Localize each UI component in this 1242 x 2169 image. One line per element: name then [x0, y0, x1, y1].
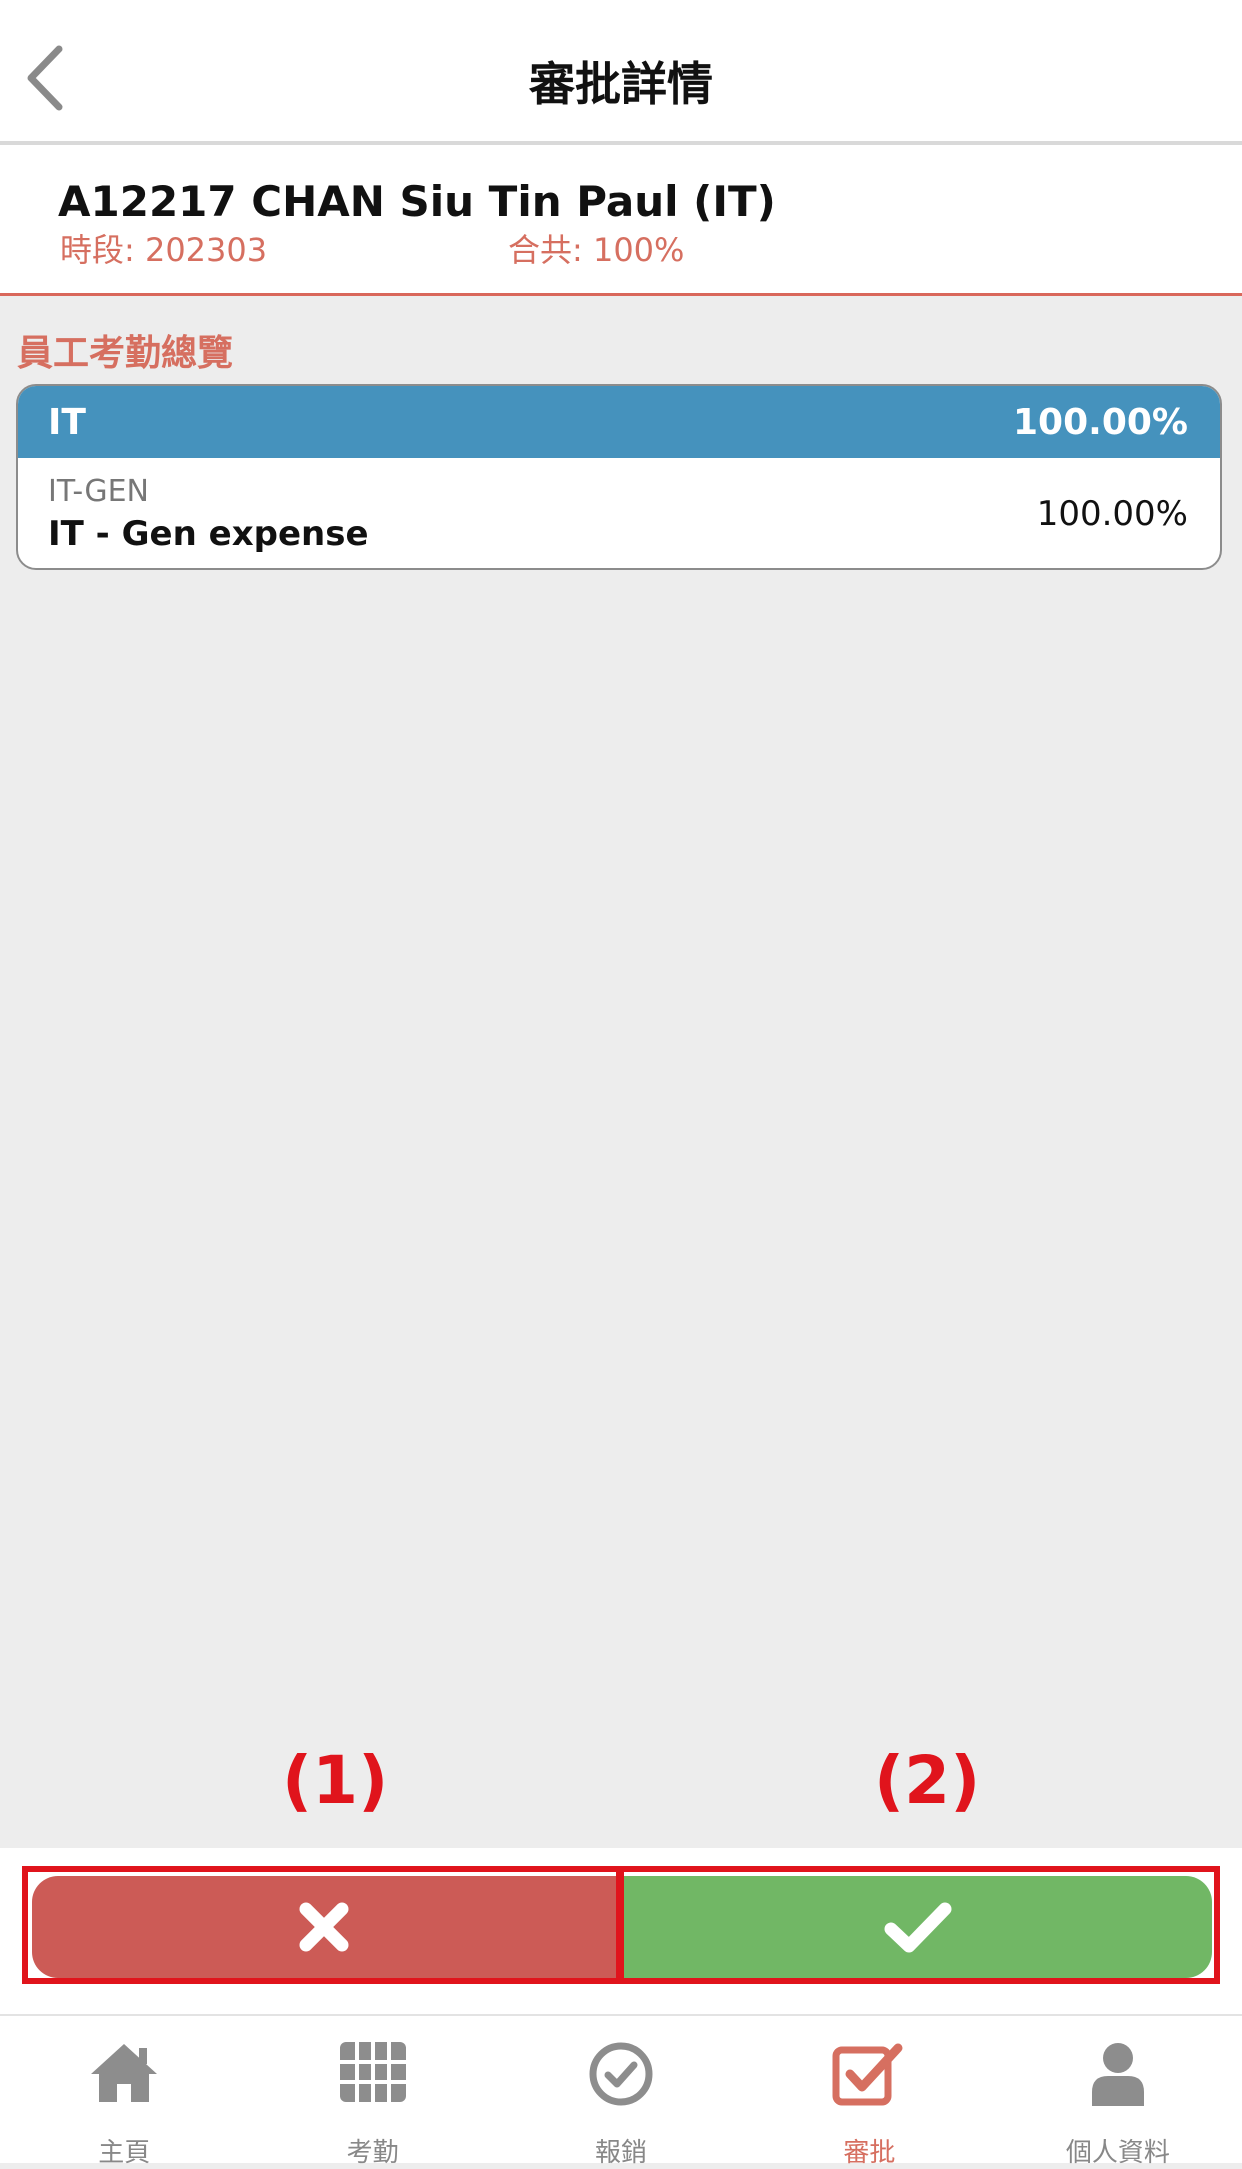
attendance-card: IT 100.00% IT-GEN IT - Gen expense 100.0…: [16, 384, 1222, 570]
tab-profile-label: 個人資料: [1065, 2138, 1170, 2168]
tab-expense-label: 報銷: [595, 2138, 648, 2168]
card-header: IT 100.00%: [18, 386, 1220, 458]
tab-attendance[interactable]: 考勤: [248, 2016, 496, 2168]
tab-bar: 主頁 考勤 報銷 審批 個人資料: [0, 2014, 1242, 2168]
page-title: 審批詳情: [529, 57, 713, 111]
tab-approval-label: 審批: [843, 2138, 896, 2168]
approve-button[interactable]: [624, 1876, 1212, 1978]
total-label: 合共: 100%: [508, 231, 685, 269]
section-title: 員工考勤總覽: [17, 333, 234, 374]
employee-info: A12217 CHAN Siu Tin Paul (IT) 時段: 202303…: [0, 145, 1242, 296]
home-icon: [91, 2044, 158, 2102]
annotation-marker-2: (2): [874, 1742, 981, 1819]
check-icon: [884, 1902, 952, 1953]
department-percentage: 100.00%: [1013, 402, 1188, 443]
person-icon: [1091, 2043, 1144, 2106]
tab-home[interactable]: 主頁: [0, 2016, 248, 2168]
header-bar: 審批詳情: [0, 0, 1242, 145]
list-item: IT-GEN IT - Gen expense 100.00%: [18, 458, 1220, 568]
tab-profile[interactable]: 個人資料: [994, 2016, 1242, 2168]
tab-home-label: 主頁: [98, 2138, 151, 2168]
period-label: 時段: 202303: [60, 231, 268, 269]
annotation-marker-1: (1): [282, 1742, 389, 1819]
cost-description: IT - Gen expense: [48, 514, 369, 554]
tab-attendance-label: 考勤: [346, 2138, 399, 2168]
cost-code: IT-GEN: [48, 474, 149, 509]
close-icon: [299, 1902, 349, 1952]
grid-icon: [339, 2042, 406, 2102]
check-circle-icon: [589, 2042, 653, 2106]
tab-approval[interactable]: 審批: [745, 2016, 993, 2168]
employee-name: A12217 CHAN Siu Tin Paul (IT): [58, 177, 776, 226]
checkbox-icon: [832, 2043, 903, 2106]
highlight-divider: [616, 1866, 624, 1984]
cost-percentage: 100.00%: [1036, 494, 1188, 534]
department-label: IT: [48, 402, 86, 443]
tab-expense[interactable]: 報銷: [497, 2016, 745, 2168]
reject-button[interactable]: [32, 1876, 616, 1978]
